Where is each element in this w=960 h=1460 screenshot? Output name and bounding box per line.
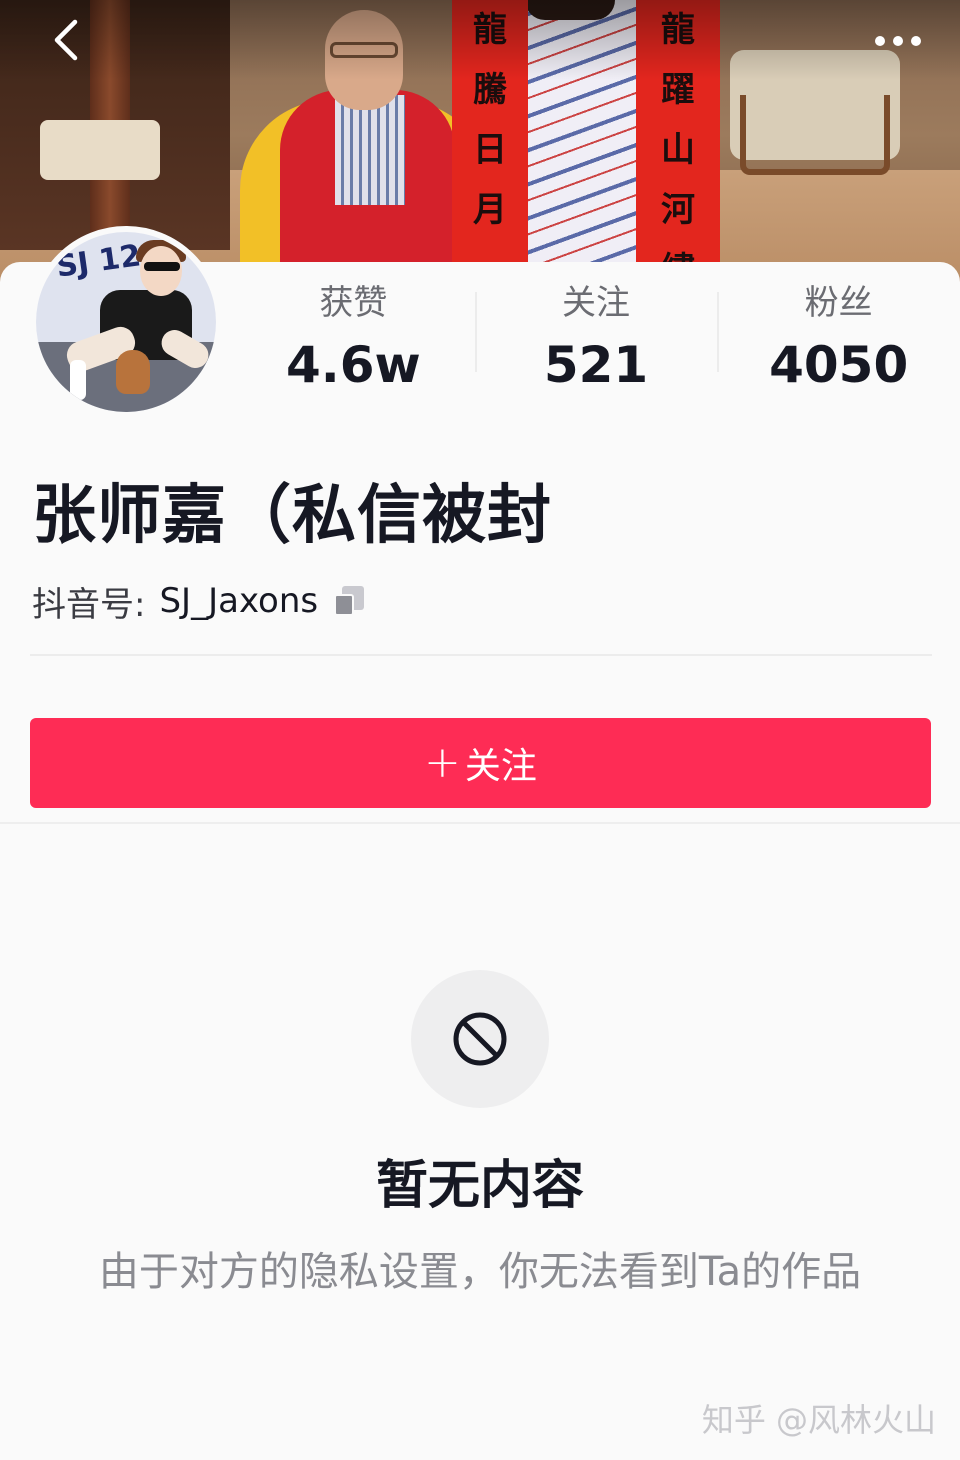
stat-value: 4.6w xyxy=(285,336,421,394)
douyin-id-value: SJ_Jaxons xyxy=(159,581,319,621)
douyin-id: 抖音号: SJ_Jaxons xyxy=(32,578,365,625)
chevron-left-icon xyxy=(54,19,78,61)
more-horizontal-icon xyxy=(871,31,925,50)
section-divider xyxy=(0,822,960,824)
stat-label: 粉丝 xyxy=(804,283,873,323)
nickname: 张师嘉（私信被封 xyxy=(32,479,552,553)
profile-stats: 获赞 4.6w 关注 521 粉丝 4050 xyxy=(232,278,960,394)
douyin-id-label: 抖音号: xyxy=(32,584,146,625)
copy-icon[interactable] xyxy=(334,586,365,616)
stat-following[interactable]: 关注 521 xyxy=(474,278,718,394)
more-button[interactable] xyxy=(866,12,930,68)
empty-state-title: 暂无内容 xyxy=(375,1156,584,1216)
plus-icon: + xyxy=(424,737,461,788)
empty-state-icon-wrap xyxy=(411,970,549,1108)
stat-label: 关注 xyxy=(562,283,630,323)
divider xyxy=(30,654,932,656)
back-button[interactable] xyxy=(34,12,98,68)
forbidden-icon xyxy=(453,1012,507,1066)
empty-state-description: 由于对方的隐私设置，你无法看到Ta的作品 xyxy=(98,1249,862,1295)
stat-followers[interactable]: 粉丝 4050 xyxy=(717,278,960,394)
avatar[interactable]: SJ 12 xyxy=(30,226,222,418)
watermark: 知乎 @风林火山 xyxy=(701,1401,936,1439)
stat-value: 521 xyxy=(543,336,649,394)
stat-value: 4050 xyxy=(769,336,909,394)
stat-label: 获赞 xyxy=(319,283,388,323)
follow-button[interactable]: + 关注 xyxy=(30,718,931,808)
profile-page: 龍 騰 日 月 龍 躍 山 河 繡 SJ 12 xyxy=(0,0,960,1460)
follow-button-label: 关注 xyxy=(464,746,537,787)
stat-likes[interactable]: 获赞 4.6w xyxy=(232,278,475,394)
